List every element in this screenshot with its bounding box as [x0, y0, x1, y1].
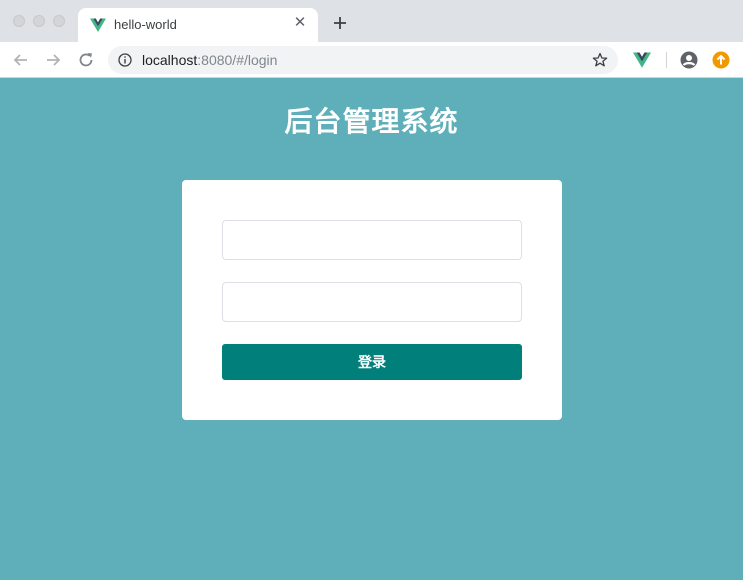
tab-strip: hello-world ✕ — [0, 0, 743, 42]
update-icon[interactable] — [712, 51, 730, 69]
page-title: 后台管理系统 — [284, 106, 459, 137]
star-icon[interactable] — [592, 52, 608, 68]
arrow-left-icon[interactable] — [12, 51, 30, 69]
vue-logo-icon — [90, 18, 106, 32]
username-input[interactable] — [222, 220, 522, 260]
minimize-window-button[interactable] — [33, 15, 45, 27]
close-tab-icon[interactable]: ✕ — [292, 15, 308, 31]
password-input[interactable] — [222, 282, 522, 322]
info-icon[interactable] — [118, 53, 132, 67]
url-path: :8080/#/login — [197, 52, 278, 68]
login-button[interactable]: 登录 — [222, 344, 522, 380]
tab-title: hello-world — [114, 17, 177, 32]
address-bar[interactable]: localhost:8080/#/login — [108, 46, 618, 74]
browser-toolbar: localhost:8080/#/login — [0, 42, 743, 78]
arrow-right-icon[interactable] — [44, 51, 62, 69]
vue-devtools-icon[interactable] — [633, 52, 651, 68]
login-form: 登录 — [182, 180, 562, 420]
close-window-button[interactable] — [13, 15, 25, 27]
maximize-window-button[interactable] — [53, 15, 65, 27]
browser-window: hello-world ✕ localhost:8080/#/login 后台管… — [0, 0, 743, 580]
url-host: localhost — [142, 52, 198, 68]
url-text[interactable]: localhost:8080/#/login — [142, 52, 277, 68]
browser-tab[interactable]: hello-world ✕ — [78, 8, 318, 42]
toolbar-divider — [666, 52, 667, 68]
plus-icon[interactable] — [331, 14, 349, 32]
profile-icon[interactable] — [680, 51, 698, 69]
reload-icon[interactable] — [77, 51, 95, 69]
